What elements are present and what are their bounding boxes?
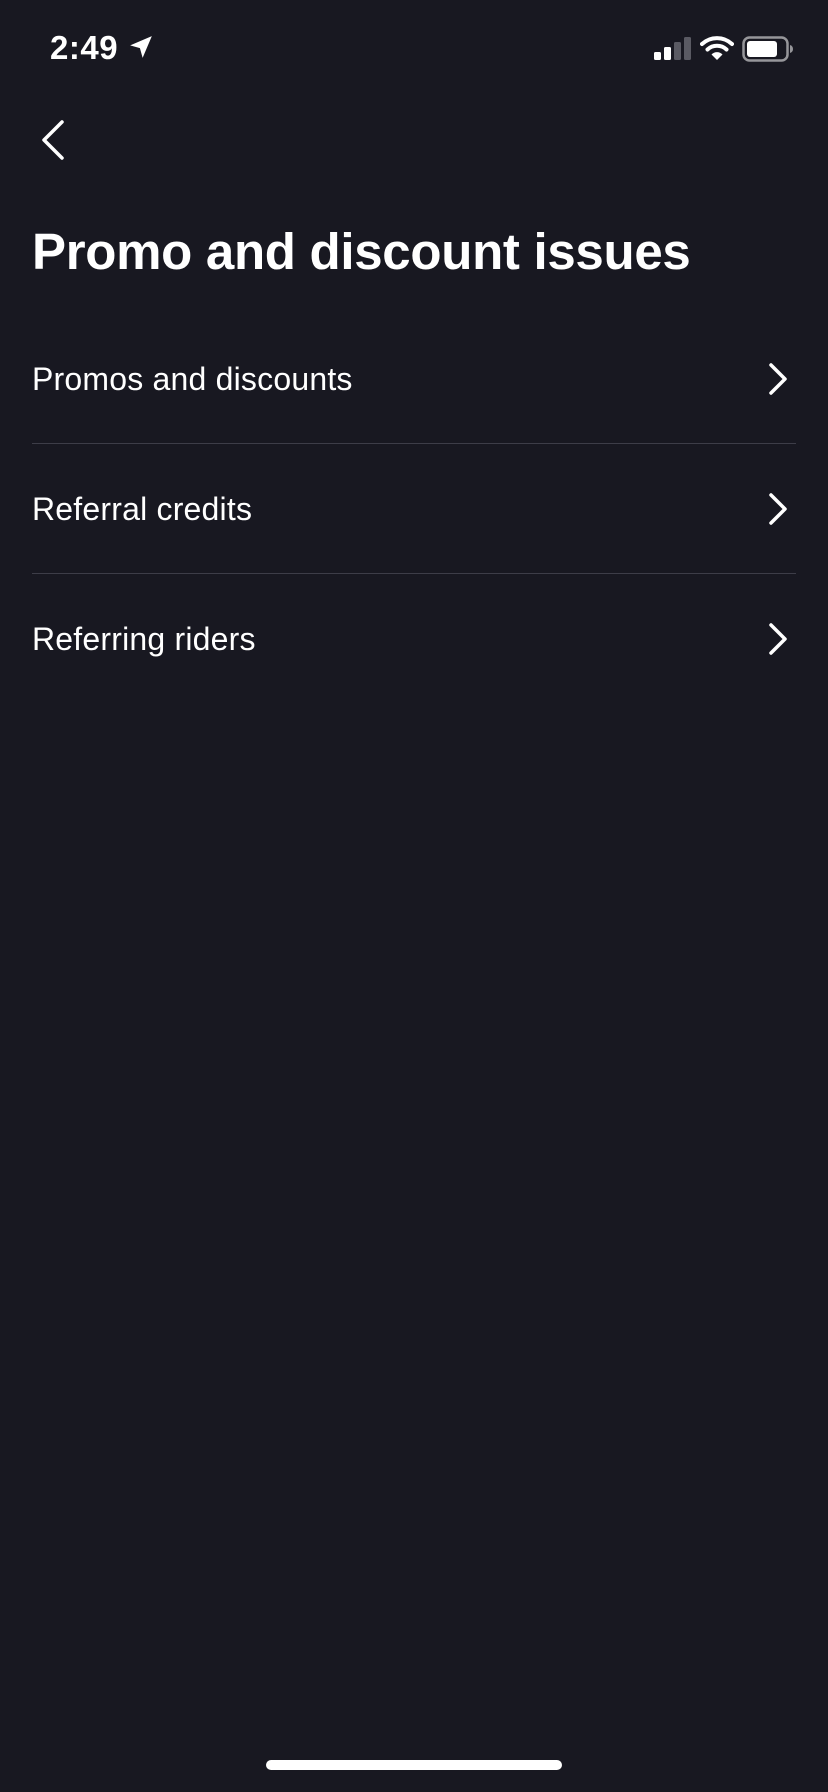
chevron-right-icon: [769, 622, 787, 655]
chevron-right-icon: [769, 362, 787, 395]
menu-item-promos-and-discounts[interactable]: Promos and discounts: [32, 314, 796, 444]
wifi-icon: [700, 36, 734, 60]
status-time: 2:49: [50, 29, 119, 66]
menu-item-label: Promos and discounts: [32, 360, 353, 397]
status-bar: 2:49: [0, 0, 828, 100]
battery-icon: [742, 36, 793, 62]
location-arrow-icon: [130, 36, 152, 58]
back-button[interactable]: [22, 110, 82, 170]
menu-item-referring-riders[interactable]: Referring riders: [32, 574, 796, 703]
menu-item-referral-credits[interactable]: Referral credits: [32, 444, 796, 574]
menu-list: Promos and discounts Referral credits Re…: [32, 314, 796, 703]
chevron-right-icon: [769, 492, 787, 525]
chevron-left-icon: [42, 120, 64, 160]
cellular-signal-icon: [654, 37, 691, 60]
home-indicator[interactable]: [266, 1760, 562, 1770]
menu-item-label: Referring riders: [32, 620, 256, 657]
page-title: Promo and discount issues: [32, 223, 691, 280]
menu-item-label: Referral credits: [32, 490, 253, 527]
